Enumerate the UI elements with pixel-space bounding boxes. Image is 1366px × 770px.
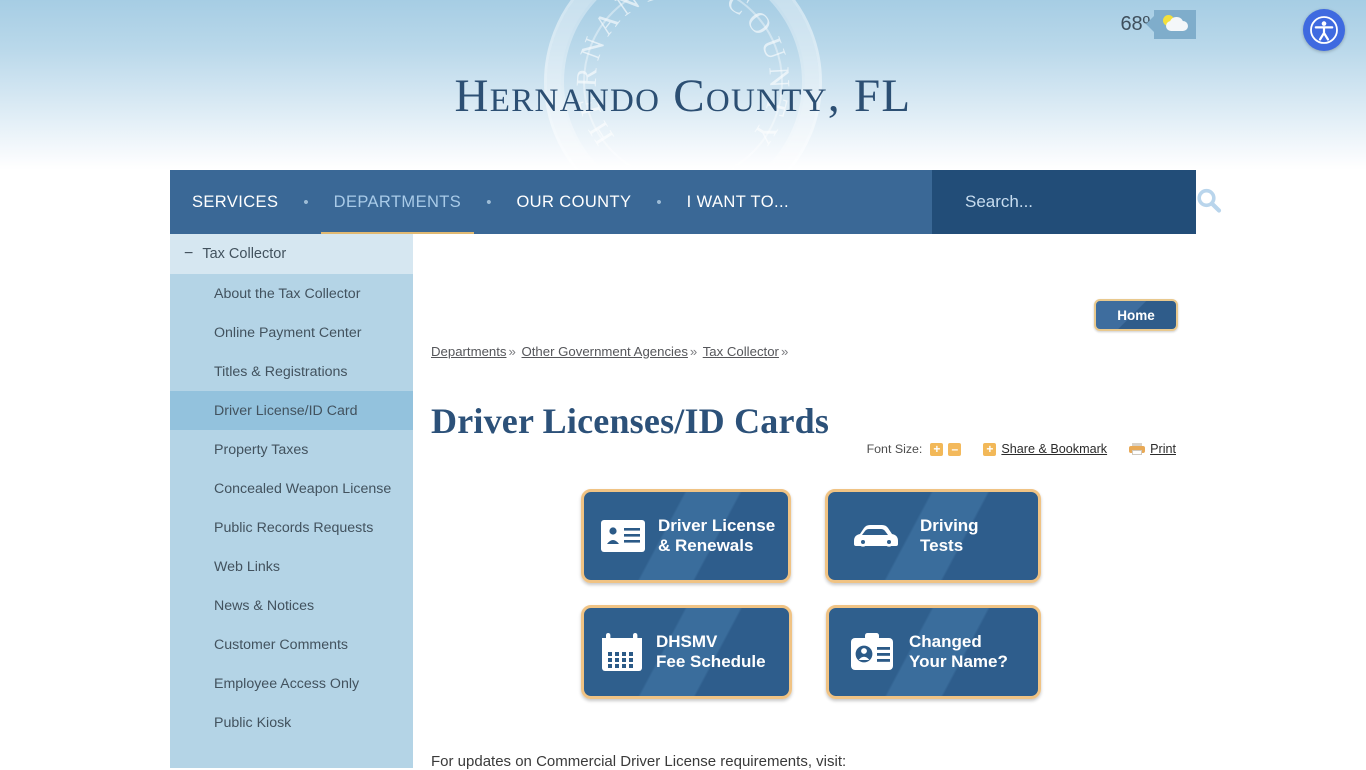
font-size-increase-button[interactable]: + [930, 442, 944, 456]
breadcrumb-link-tax-collector[interactable]: Tax Collector [703, 344, 779, 359]
nav-item-i-want-to[interactable]: I WANT TO... [665, 170, 811, 234]
tile-label: DHSMV Fee Schedule [656, 632, 766, 671]
search-input[interactable] [932, 191, 1188, 213]
sidebar-item-about-the-tax-collector[interactable]: About the Tax Collector [170, 274, 413, 313]
weather-widget[interactable]: 68º [1120, 8, 1196, 40]
tile-dhsmv-fee-schedule[interactable]: DHSMV Fee Schedule [581, 605, 792, 699]
nav-separator: • [303, 193, 309, 211]
share-plus-icon[interactable]: + [983, 442, 997, 456]
tile-row: Driver License & Renewals Driving Tests [581, 489, 1041, 583]
sidebar-item-public-records-requests[interactable]: Public Records Requests [170, 508, 413, 547]
breadcrumb-separator: » [780, 344, 789, 359]
print-link[interactable]: Print [1150, 442, 1176, 456]
sidebar-section-header[interactable]: − Tax Collector [170, 234, 413, 274]
tile-label: Driver License & Renewals [658, 516, 776, 555]
car-icon [850, 519, 902, 553]
nav-items: SERVICES • DEPARTMENTS • OUR COUNTY • I … [170, 170, 811, 236]
sidebar-item-titles-registrations[interactable]: Titles & Registrations [170, 352, 413, 391]
nav-separator: • [486, 193, 492, 211]
nav-separator: • [656, 193, 662, 211]
breadcrumb: Departments» Other Government Agencies» … [431, 344, 790, 359]
font-size-decrease-button[interactable]: – [948, 442, 962, 456]
site-title: Hernando County, FL [454, 70, 912, 122]
accessibility-icon[interactable] [1303, 9, 1345, 51]
tile-label: Driving Tests [920, 516, 979, 555]
share-bookmark-link[interactable]: Share & Bookmark [1001, 442, 1107, 456]
sidebar-item-driver-license-id-card[interactable]: Driver License/ID Card [170, 391, 413, 430]
printer-icon [1129, 443, 1146, 455]
nav-item-our-county[interactable]: OUR COUNTY [494, 170, 653, 234]
breadcrumb-separator: » [689, 344, 698, 359]
tile-driver-license-renewals[interactable]: Driver License & Renewals [581, 489, 791, 583]
partly-cloudy-icon [1154, 9, 1196, 39]
site-header: HERNANDOCOUNTY Hernando County, FL 68º [0, 0, 1366, 170]
tile-label: Changed Your Name? [909, 632, 1008, 671]
sidebar-item-property-taxes[interactable]: Property Taxes [170, 430, 413, 469]
sidebar-section-label: Tax Collector [202, 246, 287, 262]
tile-row: DHSMV Fee Schedule Changed Your Name? [581, 605, 1041, 699]
breadcrumb-link-other-government-agencies[interactable]: Other Government Agencies [522, 344, 688, 359]
sidebar: − Tax Collector About the Tax Collector … [170, 234, 413, 768]
sidebar-item-employee-access-only[interactable]: Employee Access Only [170, 664, 413, 703]
sidebar-item-web-links[interactable]: Web Links [170, 547, 413, 586]
nav-item-departments[interactable]: DEPARTMENTS [312, 170, 484, 236]
breadcrumb-separator: » [508, 344, 516, 359]
page-title: Driver Licenses/ID Cards [431, 401, 830, 442]
sidebar-item-online-payment-center[interactable]: Online Payment Center [170, 313, 413, 352]
seal-letter: O [673, 0, 694, 3]
breadcrumb-link-departments[interactable]: Departments [431, 344, 507, 359]
search-icon [1194, 186, 1224, 219]
page-body: − Tax Collector About the Tax Collector … [0, 234, 1366, 770]
nav-item-services[interactable]: SERVICES [170, 170, 300, 234]
sidebar-item-customer-comments[interactable]: Customer Comments [170, 625, 413, 664]
calendar-icon [600, 632, 644, 672]
page-tools: Font Size: + – + Share & Bookmark Print [431, 439, 1176, 459]
tile-changed-your-name[interactable]: Changed Your Name? [826, 605, 1041, 699]
search-area [932, 170, 1222, 234]
home-button[interactable]: Home [1094, 299, 1178, 331]
quick-link-tiles: Driver License & Renewals Driving Tests … [581, 489, 1041, 721]
tile-driving-tests[interactable]: Driving Tests [825, 489, 1041, 583]
search-button[interactable] [1188, 170, 1230, 234]
sidebar-item-public-kiosk[interactable]: Public Kiosk [170, 703, 413, 742]
id-card-icon [600, 519, 646, 553]
body-text: For updates on Commercial Driver License… [431, 753, 847, 770]
id-badge-icon [849, 632, 895, 672]
minus-icon[interactable]: − [184, 246, 193, 262]
sidebar-item-news-notices[interactable]: News & Notices [170, 586, 413, 625]
font-size-label: Font Size: [866, 442, 923, 456]
main-navigation: SERVICES • DEPARTMENTS • OUR COUNTY • I … [170, 170, 1222, 236]
sidebar-item-concealed-weapon-license[interactable]: Concealed Weapon License [170, 469, 413, 508]
